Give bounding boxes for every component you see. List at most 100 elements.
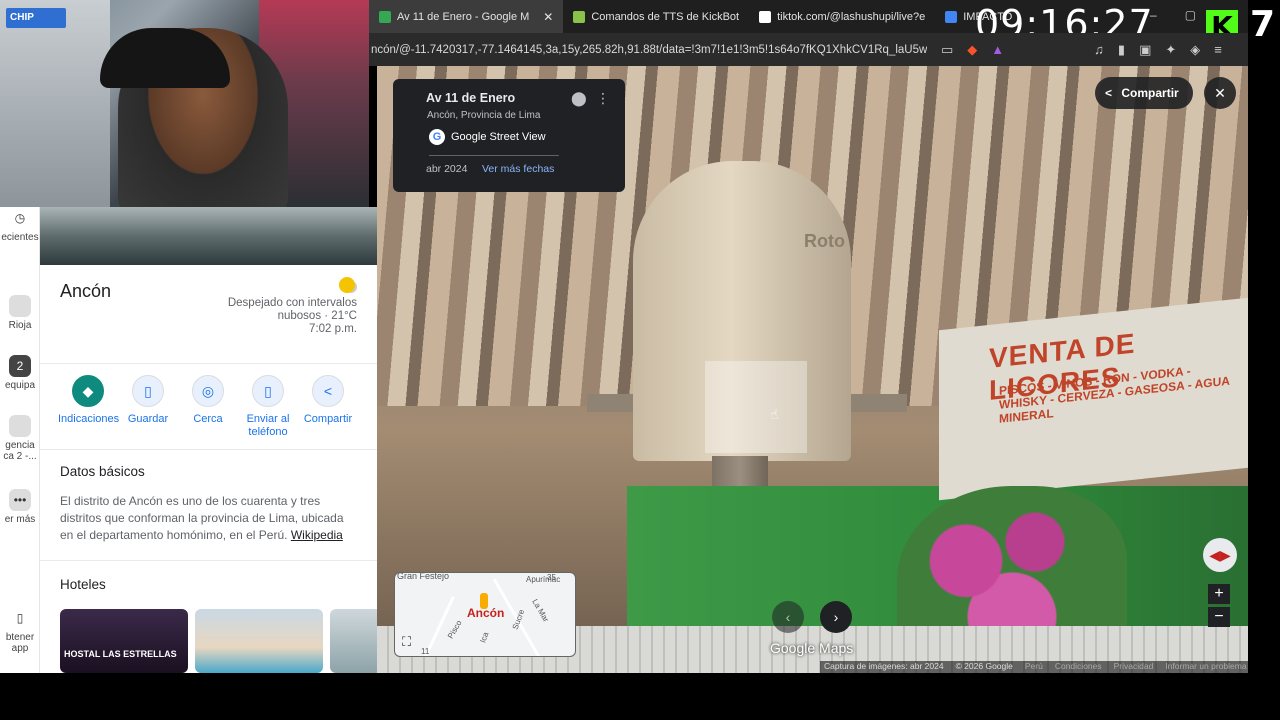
brave-shield-icon[interactable]: ◆ xyxy=(967,42,977,58)
google-maps-logo: Google Maps xyxy=(770,640,854,656)
more-dates-link[interactable]: Ver más fechas xyxy=(482,163,554,175)
directions-icon: ◆ xyxy=(72,375,104,407)
attribution-bar: Captura de imágenes: abr 2024 © 2026 Goo… xyxy=(820,661,1248,673)
send-to-phone-button[interactable]: ▯ Enviar al teléfono xyxy=(238,375,298,439)
share-icon: < xyxy=(1105,86,1113,100)
sidebar-item-obtener-app[interactable]: ▯ btener app xyxy=(0,607,40,654)
zoom-out-button[interactable]: − xyxy=(1208,607,1230,627)
sidebar-item-label: er más xyxy=(4,514,36,525)
restore-icon[interactable]: ▢ xyxy=(1185,8,1196,22)
tab-tiktok[interactable]: tiktok.com/@lashushupi/live?e xyxy=(749,0,935,33)
bookmark-icon: ▯ xyxy=(132,375,164,407)
save-button[interactable]: ▯ Guardar xyxy=(118,375,178,426)
place-icon: 2 xyxy=(9,355,31,377)
send-to-phone-icon: ▯ xyxy=(252,375,284,407)
street-view-hover-box xyxy=(705,361,807,453)
nearby-button[interactable]: ◎ Cerca xyxy=(178,375,238,426)
hotels-heading: Hoteles xyxy=(60,577,106,592)
menu-icon[interactable]: ≡ xyxy=(1214,42,1222,57)
divider xyxy=(40,363,377,364)
place-title: Ancón xyxy=(60,281,112,301)
street-view-info-card: Av 11 de Enero Ancón, Provincia de Lima … xyxy=(393,79,625,192)
capture-credit: Captura de imágenes: abr 2024 xyxy=(824,661,944,671)
mini-map-street: 11 xyxy=(421,647,430,656)
tab-close-icon[interactable]: ✕ xyxy=(543,10,553,24)
sidebar-item-rioja[interactable]: Rioja xyxy=(0,295,40,331)
street-name: Av 11 de Enero xyxy=(426,91,516,105)
clock-icon: ◷ xyxy=(14,211,26,225)
mini-map-street: Pisco xyxy=(445,618,464,641)
liquor-store-sign: VENTA DE LICORES PISCOS - VINOS - RON - … xyxy=(939,297,1248,501)
vpn-icon[interactable]: ◈ xyxy=(1190,42,1200,58)
tab-google-maps[interactable]: Av 11 de Enero - Google M ✕ xyxy=(369,0,564,33)
extensions-icon[interactable]: ✦ xyxy=(1165,42,1176,58)
hotel-card[interactable] xyxy=(330,609,377,673)
share-place-button[interactable]: < Compartir xyxy=(298,375,358,426)
window-controls: – ▢ xyxy=(1150,8,1196,22)
url-field[interactable]: ncón/@-11.7420317,-77.1464145,3a,15y,265… xyxy=(371,44,927,56)
sidebar-item-ver-mas[interactable]: ••• er más xyxy=(0,489,40,525)
close-street-view-button[interactable]: ✕ xyxy=(1204,77,1236,109)
directions-button[interactable]: ◆ Indicaciones xyxy=(58,375,119,426)
hotel-name: HOSTAL LAS ESTRELLAS xyxy=(64,649,177,659)
hotel-card[interactable]: HOSTAL LAS ESTRELLAS xyxy=(60,609,188,673)
country-link[interactable]: Perú xyxy=(1025,661,1043,673)
hand-cursor-icon: ☝ xyxy=(770,406,779,422)
more-icon: ••• xyxy=(9,489,31,511)
privacy-link[interactable]: Privacidad xyxy=(1114,661,1154,673)
sidebar-item-label: gencia ca 2 -... xyxy=(3,440,37,462)
share-button[interactable]: < Compartir xyxy=(1095,77,1193,109)
webcam-shelf xyxy=(0,0,110,207)
address-bar: ncón/@-11.7420317,-77.1464145,3a,15y,265… xyxy=(369,33,1248,66)
more-options-icon[interactable]: ⋮ xyxy=(596,90,610,107)
tank-brand: Roto xyxy=(804,231,845,251)
mini-map[interactable]: Gran Festejo Apurímac La Mar Sucre Pisco… xyxy=(394,572,576,657)
sidebar-item-label: equipa xyxy=(4,380,36,391)
expand-map-icon[interactable]: ⛶ xyxy=(402,634,411,650)
rewards-icon[interactable]: ▲ xyxy=(991,42,1004,57)
report-problem-link[interactable]: Informar un problema xyxy=(1165,661,1246,673)
weather-icon xyxy=(339,277,355,293)
mini-map-street: La Mar xyxy=(530,597,551,624)
terms-link[interactable]: Condiciones xyxy=(1055,661,1102,673)
sidebar-item-equipa[interactable]: 2 equipa xyxy=(0,355,40,391)
media-icon[interactable]: ♫ xyxy=(1094,42,1104,57)
wallet-icon[interactable]: ▣ xyxy=(1139,42,1151,58)
mini-map-street: Ica xyxy=(478,630,491,645)
action-label: Cerca xyxy=(193,413,223,425)
place-photo[interactable] xyxy=(40,207,377,265)
sidebar-item-agencia[interactable]: gencia ca 2 -... xyxy=(0,415,40,462)
sidebar-item-recientes[interactable]: ◷ ecientes xyxy=(0,207,40,243)
tab-kickbot[interactable]: Comandos de TTS de KickBot xyxy=(563,0,749,33)
screen: CHIP Av 11 de Enero - Google M ✕ Comando… xyxy=(0,0,1280,720)
sidebar-item-label: ecientes xyxy=(1,232,39,243)
next-image-button[interactable]: › xyxy=(820,601,852,633)
mini-map-street: Gran Festejo xyxy=(397,572,450,581)
kickbot-favicon-icon xyxy=(573,10,586,23)
action-label: Compartir xyxy=(303,413,353,425)
minimize-icon[interactable]: – xyxy=(1150,8,1157,22)
place-icon xyxy=(9,295,31,317)
nearby-icon: ◎ xyxy=(192,375,224,407)
basics-description: El distrito de Ancón es uno de los cuare… xyxy=(60,493,360,544)
action-label: Guardar xyxy=(127,413,169,425)
cast-icon[interactable]: ▭ xyxy=(941,42,953,58)
tab-label: Av 11 de Enero - Google M xyxy=(397,10,530,23)
wikipedia-link[interactable]: Wikipedia xyxy=(291,528,343,542)
maps-sidebar-strip: ◷ ecientes Rioja 2 equipa gencia ca 2 -.… xyxy=(0,207,40,673)
phone-icon: ▯ xyxy=(16,611,24,625)
sidebar-item-label: Rioja xyxy=(8,320,32,331)
previous-image-button[interactable]: ‹ xyxy=(772,601,804,633)
copyright: © 2026 Google xyxy=(955,661,1013,671)
zoom-in-button[interactable]: + xyxy=(1208,584,1230,604)
divider xyxy=(40,449,377,450)
capture-date: abr 2024 xyxy=(426,163,468,175)
place-icon xyxy=(9,415,31,437)
sidebar-toggle-icon[interactable]: ▮ xyxy=(1118,42,1125,58)
webcam-overlay: CHIP xyxy=(0,0,369,207)
compass-icon[interactable]: ◀▶ xyxy=(1203,538,1237,572)
hotel-card[interactable] xyxy=(195,609,323,673)
mini-map-street: 35 xyxy=(547,573,556,582)
location-pin-icon[interactable]: ⬤ xyxy=(571,90,587,107)
maps-favicon-icon xyxy=(379,10,391,23)
